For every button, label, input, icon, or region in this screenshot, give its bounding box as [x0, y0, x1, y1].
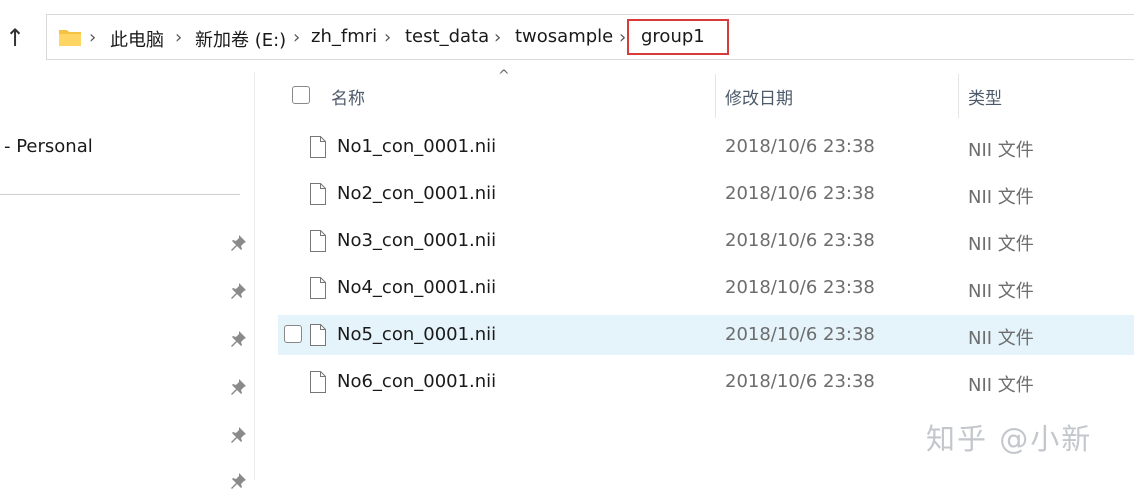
breadcrumb-drive-e[interactable]: 新加卷 (E:) — [195, 26, 286, 52]
highlight-box — [627, 19, 729, 55]
file-date: 2018/10/6 23:38 — [725, 324, 875, 345]
row-checkbox[interactable] — [284, 325, 302, 343]
breadcrumb-twosample[interactable]: twosample — [515, 26, 613, 47]
file-date: 2018/10/6 23:38 — [725, 136, 875, 157]
column-header-date[interactable]: 修改日期 — [725, 84, 793, 109]
file-icon — [310, 230, 326, 252]
breadcrumb-separator: › — [619, 27, 627, 48]
file-date: 2018/10/6 23:38 — [725, 371, 875, 392]
file-name: No1_con_0001.nii — [337, 136, 497, 157]
watermark: 知乎 @小新 — [926, 422, 1093, 456]
file-type: NII 文件 — [968, 234, 1034, 255]
file-type: NII 文件 — [968, 375, 1034, 396]
file-row[interactable]: No4_con_0001.nii 2018/10/6 23:38 NII 文件 — [278, 268, 1134, 308]
nav-divider — [0, 194, 240, 195]
address-bar[interactable]: › 此电脑 › 新加卷 (E:) › zh_fmri › test_data ›… — [46, 14, 1134, 60]
file-date: 2018/10/6 23:38 — [725, 277, 875, 298]
breadcrumb-this-pc[interactable]: 此电脑 — [110, 26, 164, 52]
file-icon — [310, 136, 326, 158]
file-icon — [310, 183, 326, 205]
breadcrumb-separator: › — [175, 27, 183, 48]
file-type: NII 文件 — [968, 281, 1034, 302]
file-date: 2018/10/6 23:38 — [725, 230, 875, 251]
pin-icon[interactable] — [229, 234, 247, 252]
file-icon — [310, 371, 326, 393]
file-name: No3_con_0001.nii — [337, 230, 497, 251]
breadcrumb-separator: › — [89, 27, 97, 48]
file-name: No6_con_0001.nii — [337, 371, 497, 392]
file-type: NII 文件 — [968, 140, 1034, 161]
pin-icon[interactable] — [229, 378, 247, 396]
column-separator[interactable] — [715, 74, 716, 118]
column-header-type[interactable]: 类型 — [968, 84, 1002, 109]
sort-ascending-icon: ^ — [498, 68, 510, 84]
file-type: NII 文件 — [968, 187, 1034, 208]
breadcrumb-test-data[interactable]: test_data — [405, 26, 489, 47]
pane-divider[interactable] — [254, 72, 255, 480]
column-header-name[interactable]: 名称 — [331, 84, 365, 109]
column-separator[interactable] — [958, 74, 959, 118]
file-icon — [310, 324, 326, 346]
up-arrow-icon: ↑ — [4, 24, 26, 52]
pin-icon[interactable] — [229, 426, 247, 444]
breadcrumb-separator: › — [384, 27, 392, 48]
file-row[interactable]: No6_con_0001.nii 2018/10/6 23:38 NII 文件 — [278, 362, 1134, 402]
file-icon — [310, 277, 326, 299]
nav-item-personal[interactable]: - Personal — [4, 136, 93, 157]
file-date: 2018/10/6 23:38 — [725, 183, 875, 204]
pin-icon[interactable] — [229, 282, 247, 300]
breadcrumb-separator: › — [293, 27, 301, 48]
pin-icon[interactable] — [229, 472, 247, 490]
file-row[interactable]: No2_con_0001.nii 2018/10/6 23:38 NII 文件 — [278, 174, 1134, 214]
file-name: No2_con_0001.nii — [337, 183, 497, 204]
navigation-pane — [0, 62, 254, 480]
folder-icon — [59, 30, 81, 46]
up-arrow-button[interactable]: ↑ — [0, 18, 30, 58]
file-row[interactable]: No3_con_0001.nii 2018/10/6 23:38 NII 文件 — [278, 221, 1134, 261]
file-row-hovered[interactable]: No5_con_0001.nii 2018/10/6 23:38 NII 文件 — [278, 315, 1134, 355]
file-name: No5_con_0001.nii — [337, 324, 497, 345]
breadcrumb-zh-fmri[interactable]: zh_fmri — [311, 26, 377, 47]
breadcrumb-separator: › — [494, 27, 502, 48]
pin-icon[interactable] — [229, 330, 247, 348]
file-name: No4_con_0001.nii — [337, 277, 497, 298]
file-row[interactable]: No1_con_0001.nii 2018/10/6 23:38 NII 文件 — [278, 127, 1134, 167]
file-type: NII 文件 — [968, 328, 1034, 349]
select-all-checkbox[interactable] — [292, 86, 310, 104]
